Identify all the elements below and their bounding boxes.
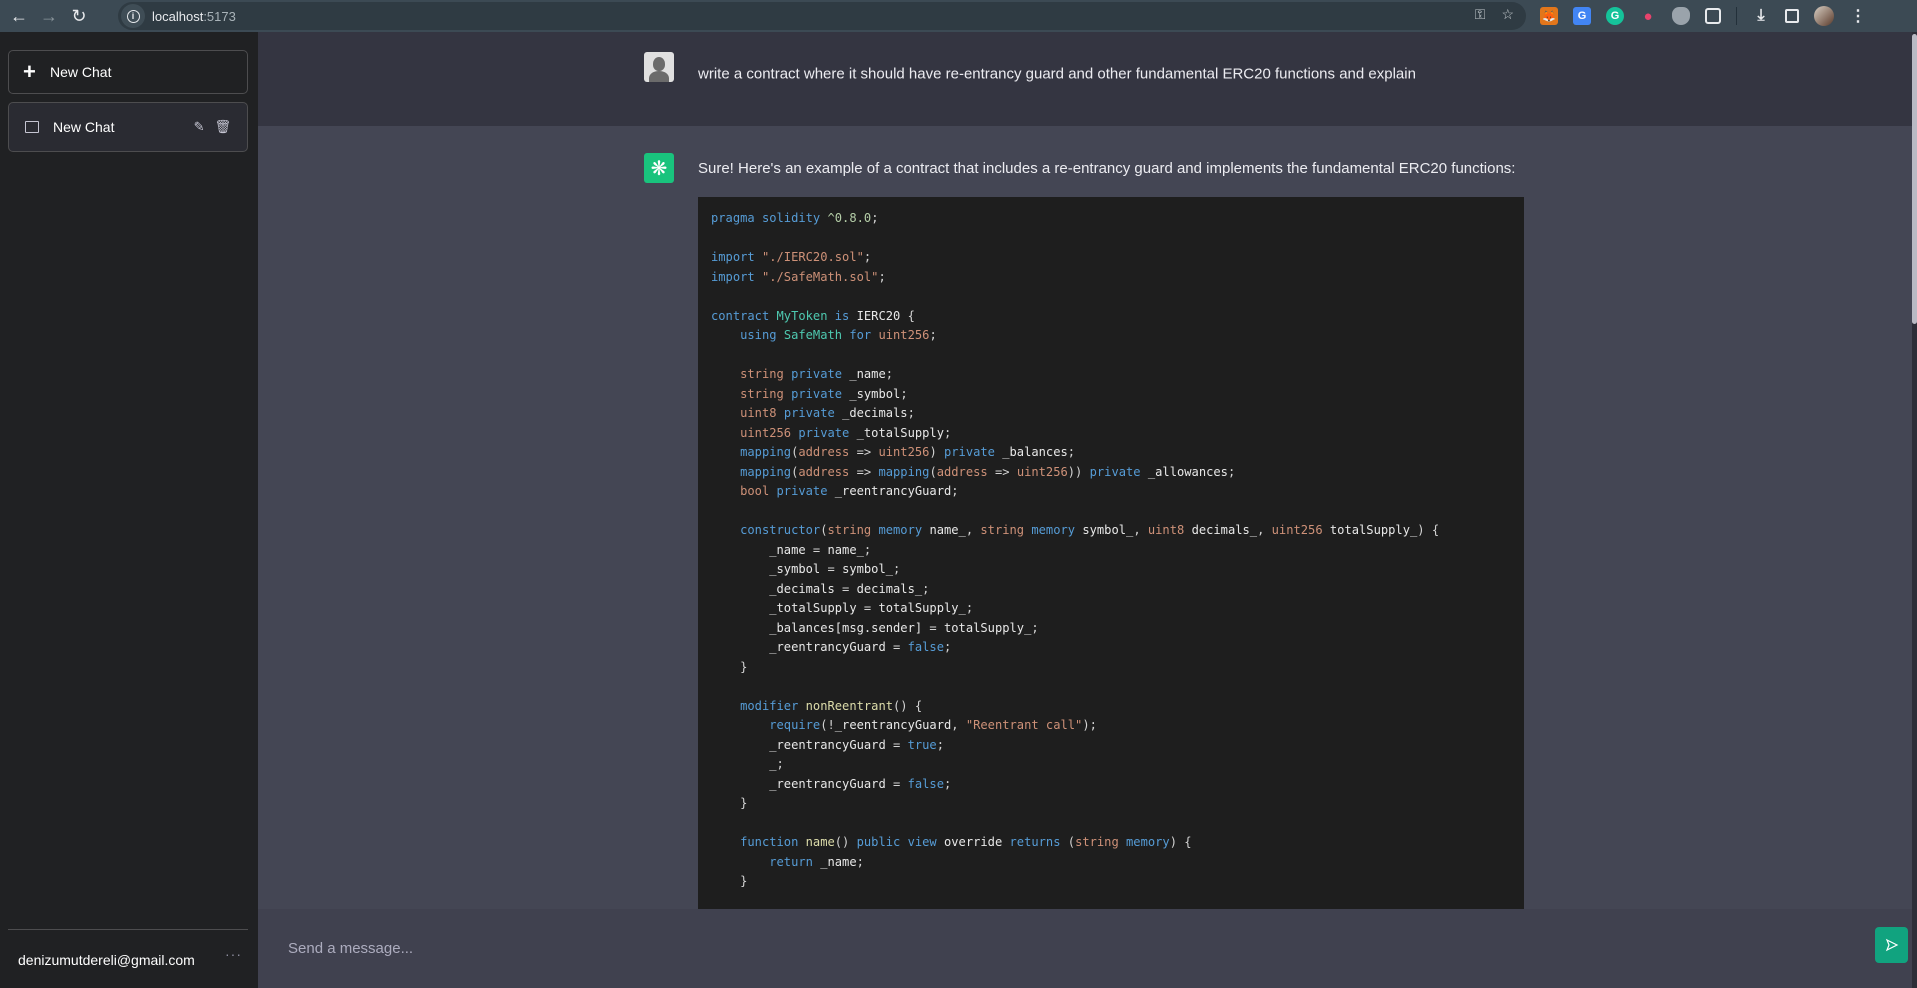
send-icon: [1885, 938, 1898, 952]
download-icon[interactable]: ⤓: [1752, 7, 1770, 25]
reload-icon: ↻: [71, 5, 87, 26]
message-icon: [25, 121, 39, 133]
back-button[interactable]: ←: [8, 5, 30, 27]
strawberry-icon[interactable]: ●: [1639, 7, 1657, 25]
url-port: :5173: [203, 8, 236, 24]
user-message-text: write a contract where it should have re…: [698, 65, 1416, 83]
side-panel-icon[interactable]: [1785, 9, 1799, 23]
scrollbar-thumb[interactable]: [1912, 34, 1917, 324]
url-host: localhost: [152, 8, 204, 24]
profile-avatar[interactable]: [1814, 6, 1834, 26]
sidebar-divider: [8, 929, 248, 930]
assistant-logo-icon: ❋: [644, 153, 674, 183]
new-chat-button[interactable]: + New Chat: [8, 50, 248, 94]
chat-title: New Chat: [53, 119, 115, 135]
google-translate-icon[interactable]: G: [1573, 7, 1591, 25]
bookmark-star-icon[interactable]: ☆: [1501, 6, 1514, 23]
metamask-icon[interactable]: 🦊: [1540, 7, 1558, 25]
chat-scrollbar[interactable]: [1912, 32, 1917, 988]
edit-pencil-icon[interactable]: ✎: [194, 119, 205, 135]
address-bar[interactable]: i localhost:5173 ⚿ ☆: [118, 2, 1526, 30]
trash-icon[interactable]: 🗑: [214, 119, 231, 135]
forward-button[interactable]: →: [38, 5, 60, 27]
plus-icon: +: [23, 59, 36, 84]
toolbar-divider: [1736, 7, 1737, 25]
grammarly-icon[interactable]: G: [1606, 7, 1624, 25]
chat-list-item[interactable]: New Chat ✎ 🗑: [8, 102, 248, 152]
code-content: pragma solidity ^0.8.0; import "./IERC20…: [711, 211, 1440, 888]
user-avatar: [644, 52, 674, 82]
assistant-intro-text: Sure! Here's an example of a contract th…: [698, 160, 1516, 177]
key-icon[interactable]: ⚿: [1475, 6, 1486, 23]
browser-toolbar: ← → ↻ i localhost:5173 ⚿ ☆ 🦊 G G ● ⤓ ⋮: [0, 0, 1917, 32]
info-icon: i: [126, 9, 140, 23]
reload-button[interactable]: ↻: [68, 5, 90, 27]
puzzle-extensions-icon[interactable]: [1705, 8, 1721, 24]
code-block: pragma solidity ^0.8.0; import "./IERC20…: [698, 197, 1524, 942]
send-button[interactable]: [1875, 927, 1908, 963]
more-options-icon[interactable]: ···: [225, 946, 242, 962]
shield-icon[interactable]: [1672, 7, 1690, 25]
sidebar: + New Chat New Chat ✎ 🗑 denizumutdereli@…: [0, 32, 258, 988]
user-message-row: write a contract where it should have re…: [258, 32, 1912, 126]
chat-main: write a contract where it should have re…: [258, 32, 1917, 988]
arrow-left-icon: ←: [10, 5, 28, 26]
account-email[interactable]: denizumutdereli@gmail.com: [18, 952, 195, 968]
user-silhouette-icon: [653, 57, 665, 71]
new-chat-label: New Chat: [50, 64, 112, 80]
browser-menu-icon[interactable]: ⋮: [1849, 7, 1867, 25]
url-text[interactable]: localhost:5173: [152, 9, 236, 24]
extensions-bar: 🦊 G G ● ⤓ ⋮: [1540, 4, 1867, 28]
message-composer: [258, 909, 1912, 988]
message-input[interactable]: [258, 909, 1858, 988]
site-info-button[interactable]: i: [121, 4, 145, 28]
arrow-right-icon: →: [40, 5, 58, 26]
